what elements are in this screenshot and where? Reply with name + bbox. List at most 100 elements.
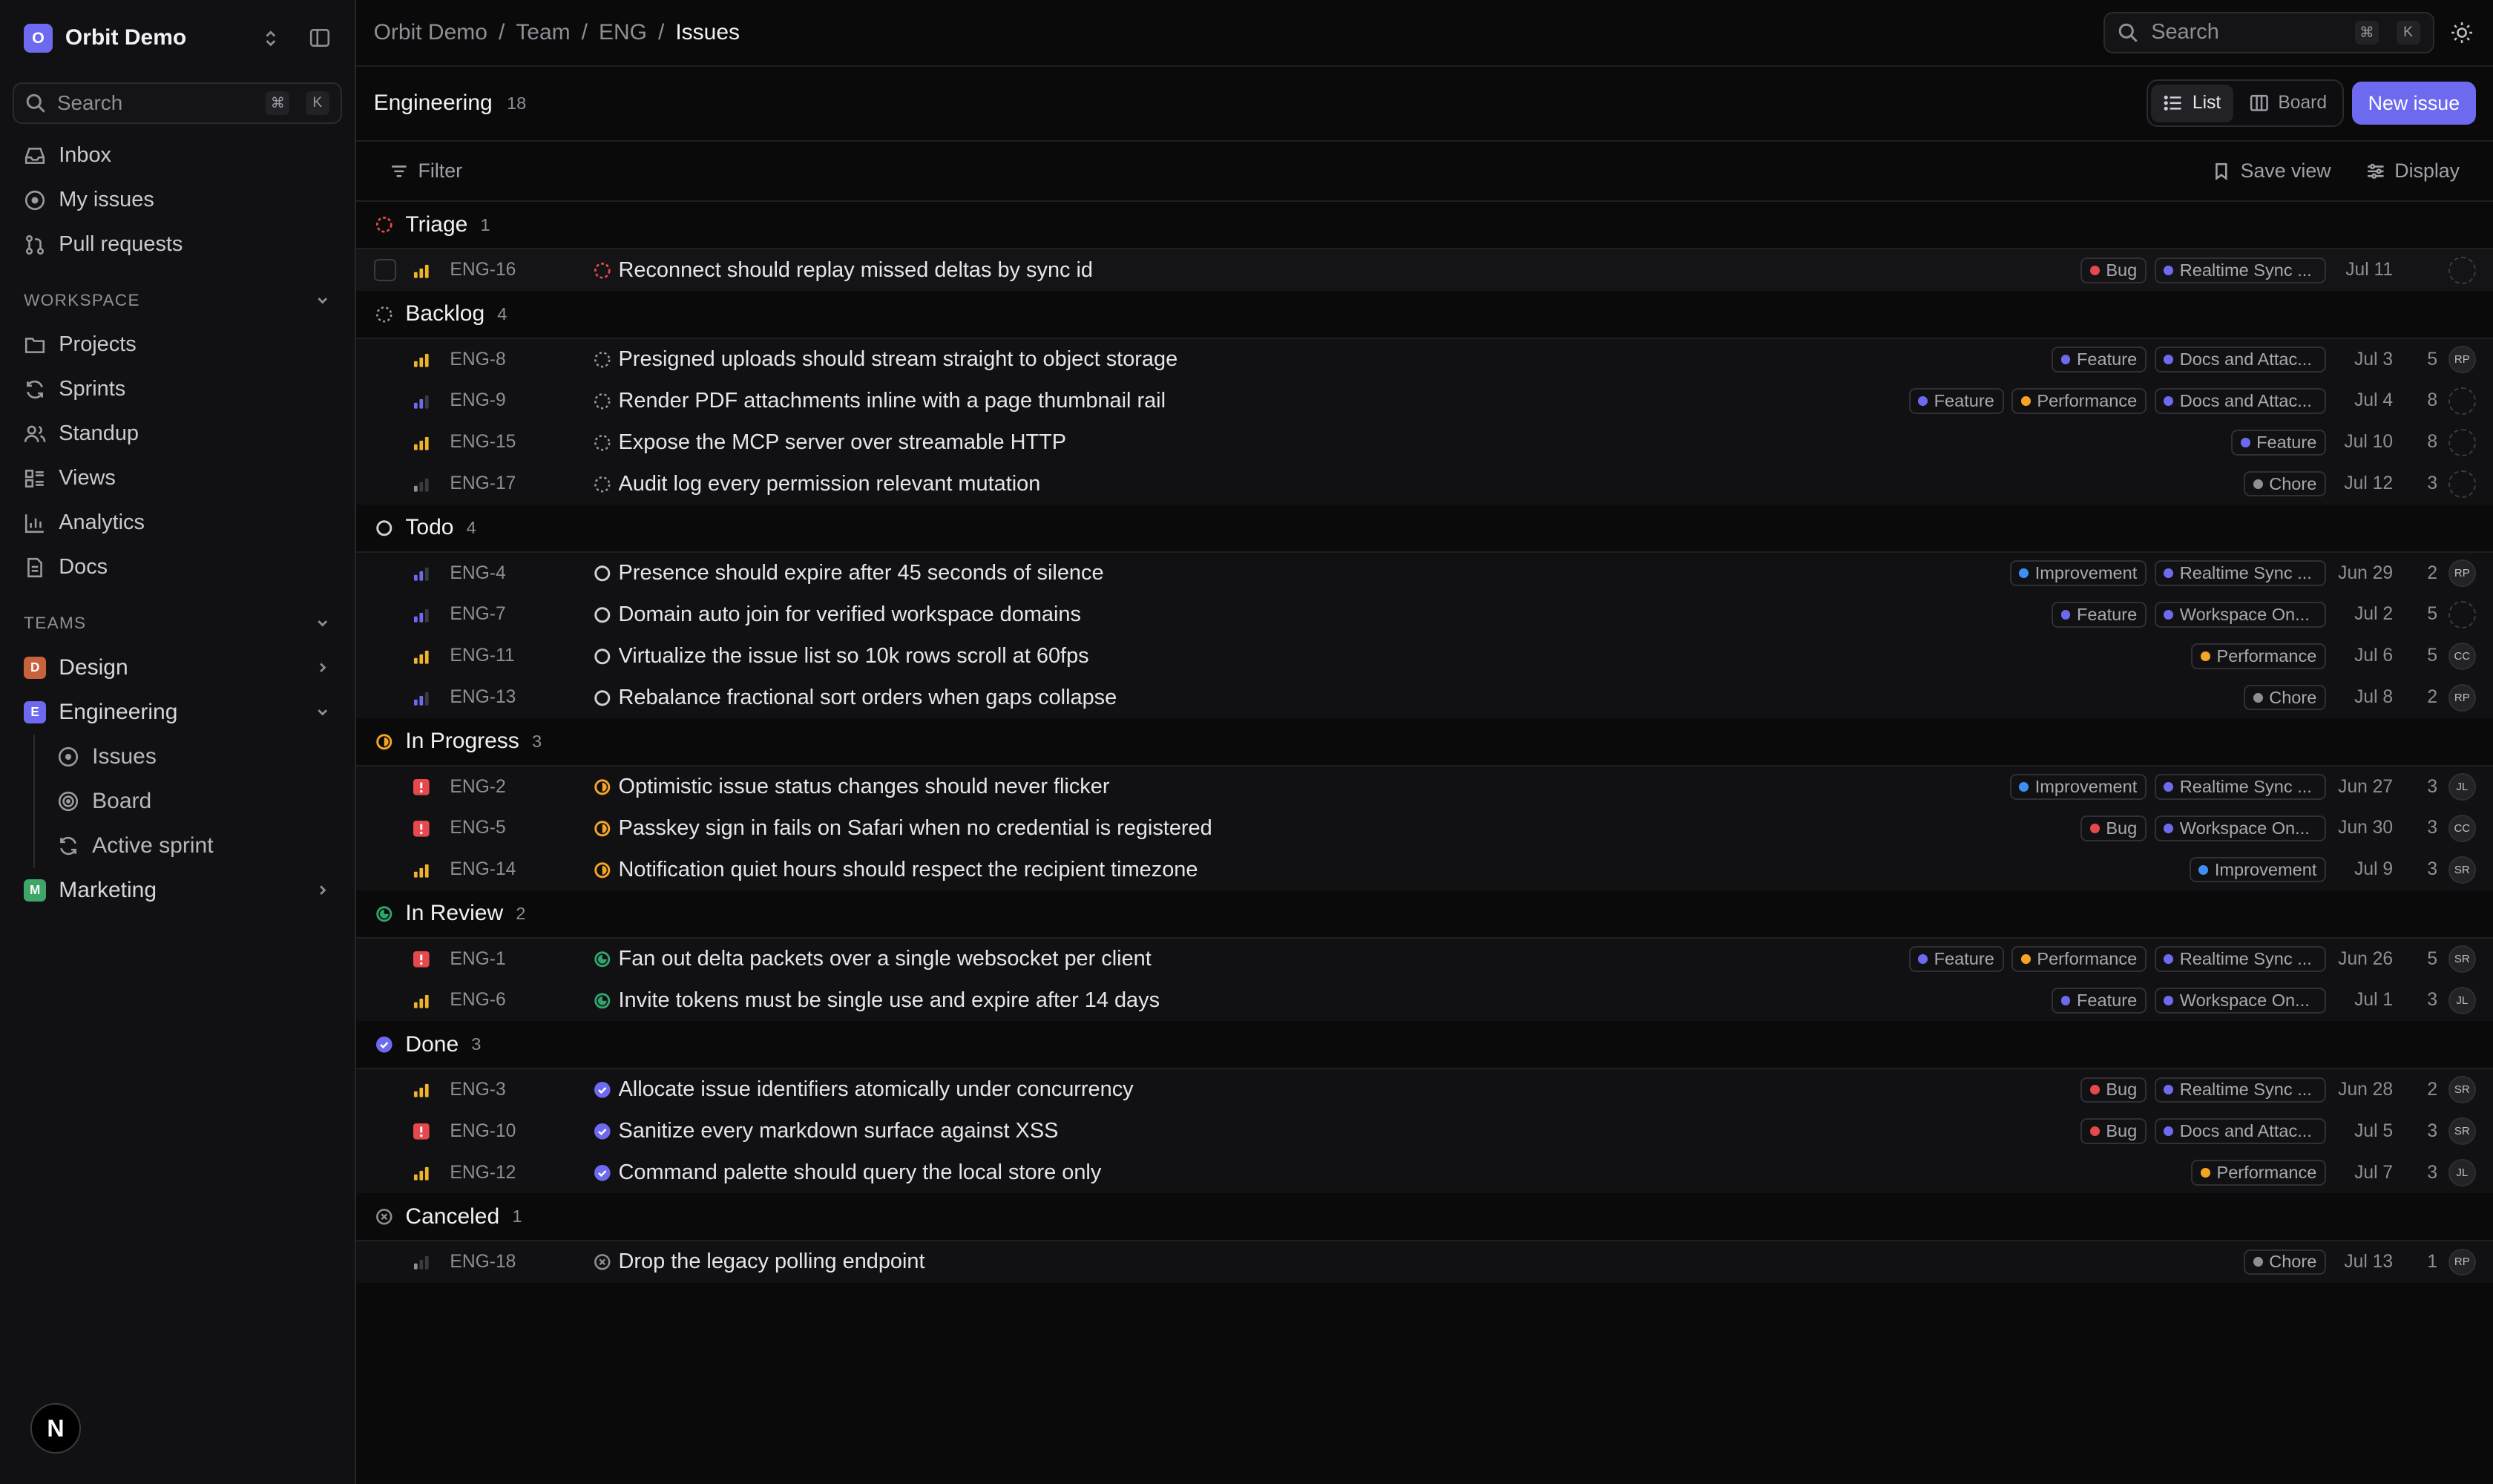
assignee-avatar[interactable]: RP [2448,684,2476,712]
issue-title[interactable]: Reconnect should replay missed deltas by… [619,258,2081,283]
todo-status-icon[interactable] [587,648,619,666]
label-chip[interactable]: Feature [2051,347,2147,372]
sidebar-toggle-icon[interactable] [309,27,331,49]
backlog-status-icon[interactable] [587,351,619,369]
breadcrumb-team[interactable]: Team [516,20,570,45]
backlog-status-icon[interactable] [587,476,619,493]
assignee-avatar[interactable]: JL [2448,987,2476,1014]
backlog-status-icon[interactable] [587,434,619,452]
issue-title[interactable]: Virtualize the issue list so 10k rows sc… [619,644,2192,669]
new-issue-button[interactable]: New issue [2352,82,2476,125]
issue-title[interactable]: Invite tokens must be single use and exp… [619,988,2052,1013]
app-logo[interactable]: N [30,1402,82,1454]
label-chip[interactable]: Performance [2011,388,2147,414]
assignee-avatar[interactable]: RP [2448,1248,2476,1275]
issue-row[interactable]: ENG-14 Notification quiet hours should re… [356,849,2493,891]
in-progress-status-icon[interactable] [587,778,619,796]
issue-row[interactable]: ENG-4 Presence should expire after 45 sec… [356,552,2493,594]
board-view-button[interactable]: Board [2237,85,2340,122]
issue-title[interactable]: Render PDF attachments inline with a pag… [619,389,1909,413]
issue-title[interactable]: Audit log every permission relevant muta… [619,472,2244,496]
top-search[interactable]: Search ⌘ K [2103,12,2434,53]
group-header-in-review[interactable]: In Review 2 [356,890,2493,939]
group-header-todo[interactable]: Todo 4 [356,505,2493,553]
in-review-status-icon[interactable] [587,951,619,968]
save-view-button[interactable]: Save view [2212,160,2331,183]
workspace-section-label[interactable]: WORKSPACE [0,278,355,323]
subnav-active-sprint[interactable]: Active sprint [57,824,355,868]
done-status-icon[interactable] [587,1164,619,1182]
label-chip[interactable]: Improvement [2189,857,2327,883]
project-chip[interactable]: Workspace On... [2154,602,2327,628]
group-header-done[interactable]: Done 3 [356,1021,2493,1069]
project-chip[interactable]: Realtime Sync ... [2154,1077,2327,1103]
priority-urgent-icon[interactable] [410,1123,433,1140]
issue-title[interactable]: Passkey sign in fails on Safari when no … [619,816,2081,841]
unassigned-avatar[interactable] [2448,601,2476,628]
unassigned-avatar[interactable] [2448,257,2476,284]
row-checkbox[interactable] [373,259,396,282]
label-chip[interactable]: Improvement [2009,560,2147,586]
list-view-button[interactable]: List [2151,84,2234,123]
sun-icon[interactable] [2450,21,2474,45]
issue-row[interactable]: ENG-3 Allocate issue identifiers atomical… [356,1068,2493,1111]
priority-high-icon[interactable] [410,648,433,666]
backlog-status-icon[interactable] [587,393,619,410]
issue-title[interactable]: Expose the MCP server over streamable HT… [619,430,2232,455]
in-progress-status-icon[interactable] [587,820,619,838]
issue-title[interactable]: Rebalance fractional sort orders when ga… [619,686,2244,710]
issue-row[interactable]: ENG-15 Expose the MCP server over streama… [356,421,2493,464]
label-chip[interactable]: Bug [2080,1118,2147,1144]
issue-row[interactable]: ENG-5 Passkey sign in fails on Safari whe… [356,807,2493,850]
sidebar-search[interactable]: Search ⌘ K [13,82,342,125]
nav-pull-requests[interactable]: Pull requests [0,223,355,267]
assignee-avatar[interactable]: SR [2448,945,2476,973]
label-chip[interactable]: Chore [2244,471,2327,497]
assignee-avatar[interactable]: CC [2448,643,2476,670]
priority-high-icon[interactable] [410,1081,433,1099]
label-chip[interactable]: Bug [2080,815,2147,841]
issue-row[interactable]: ENG-10 Sanitize every markdown surface ag… [356,1110,2493,1152]
label-chip[interactable]: Feature [1908,946,2004,972]
nav-docs[interactable]: Docs [0,545,355,590]
issue-title[interactable]: Command palette should query the local s… [619,1160,2192,1185]
assignee-avatar[interactable]: JL [2448,1159,2476,1186]
unassigned-avatar[interactable] [2448,429,2476,456]
priority-high-icon[interactable] [410,351,433,369]
issue-row[interactable]: ENG-11 Virtualize the issue list so 10k r… [356,635,2493,677]
team-marketing[interactable]: M Marketing [0,868,355,913]
issue-row[interactable]: ENG-9 Render PDF attachments inline with … [356,380,2493,422]
project-chip[interactable]: Docs and Attac... [2154,347,2327,372]
priority-medium-icon[interactable] [410,393,433,410]
nav-projects[interactable]: Projects [0,323,355,367]
priority-urgent-icon[interactable] [410,820,433,838]
label-chip[interactable]: Feature [2051,988,2147,1014]
priority-low-icon[interactable] [410,1253,433,1271]
project-chip[interactable]: Docs and Attac... [2154,388,2327,414]
label-chip[interactable]: Performance [2191,1160,2327,1186]
issue-row[interactable]: ENG-13 Rebalance fractional sort orders w… [356,677,2493,719]
assignee-avatar[interactable]: SR [2448,1076,2476,1103]
team-engineering[interactable]: E Engineering [0,690,355,735]
group-header-canceled[interactable]: Canceled 1 [356,1193,2493,1241]
project-chip[interactable]: Realtime Sync ... [2154,946,2327,972]
issue-row[interactable]: ENG-16 Reconnect should replay missed del… [356,249,2493,292]
breadcrumb-workspace[interactable]: Orbit Demo [374,20,487,45]
issue-row[interactable]: ENG-8 Presigned uploads should stream str… [356,338,2493,381]
priority-high-icon[interactable] [410,992,433,1010]
breadcrumb-eng[interactable]: ENG [599,20,647,45]
filter-button[interactable]: Filter [390,160,462,183]
in-progress-status-icon[interactable] [587,861,619,879]
issue-title[interactable]: Fan out delta packets over a single webs… [619,947,1909,971]
priority-urgent-icon[interactable] [410,951,433,968]
nav-standup[interactable]: Standup [0,412,355,456]
label-chip[interactable]: Feature [2051,602,2147,628]
assignee-avatar[interactable]: SR [2448,856,2476,884]
label-chip[interactable]: Bug [2080,1077,2147,1103]
triage-status-icon[interactable] [587,262,619,280]
issue-title[interactable]: Drop the legacy polling endpoint [619,1250,2244,1274]
issue-title[interactable]: Domain auto join for verified workspace … [619,603,2052,627]
issue-title[interactable]: Sanitize every markdown surface against … [619,1119,2081,1143]
issue-row[interactable]: ENG-17 Audit log every permission relevan… [356,463,2493,505]
todo-status-icon[interactable] [587,565,619,582]
